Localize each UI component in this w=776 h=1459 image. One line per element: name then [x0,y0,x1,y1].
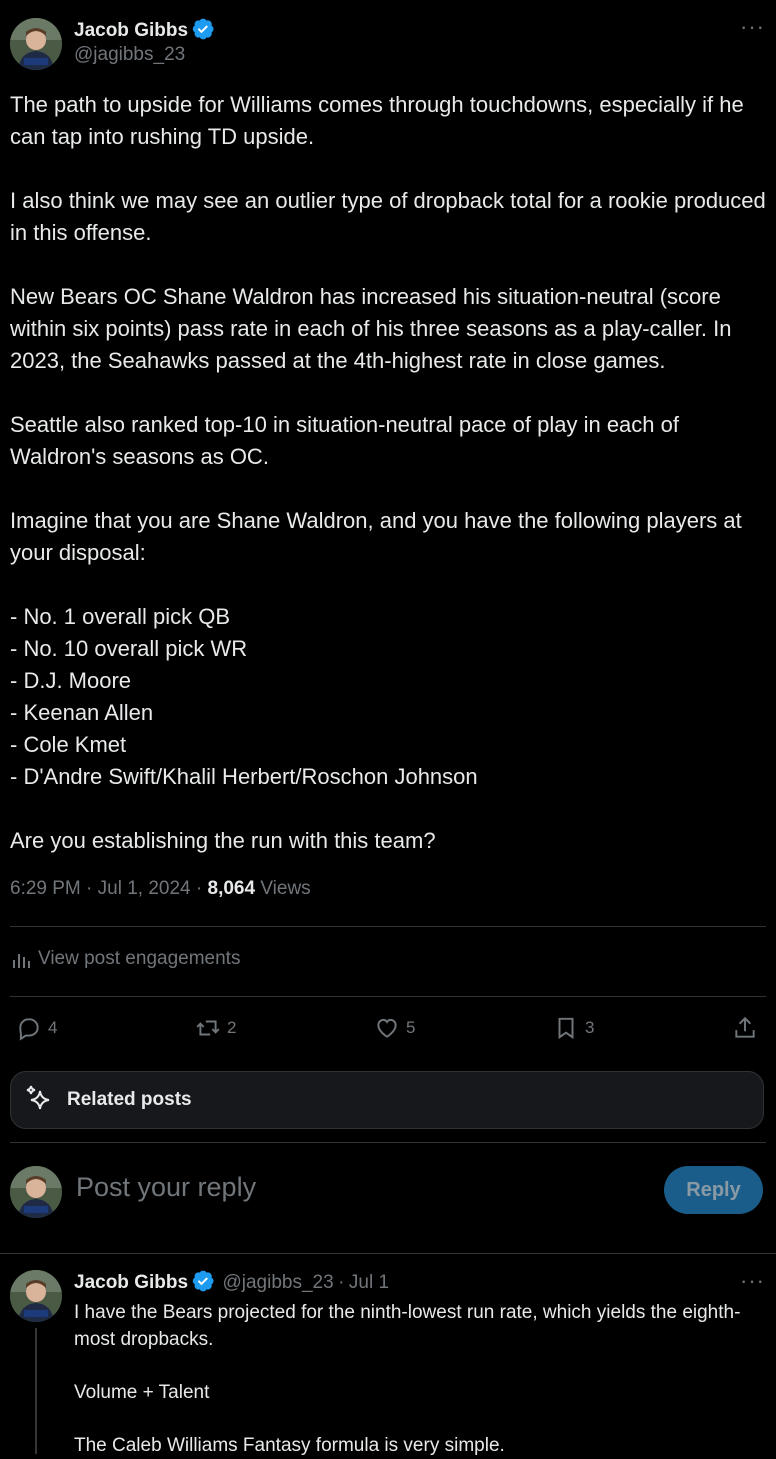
more-options-icon[interactable]: ··· [740,14,765,40]
heart-icon [377,1018,397,1038]
view-engagements-link[interactable]: View post engagements [10,948,240,970]
verified-badge-icon [192,18,214,40]
post-time[interactable]: 6:29 PM [10,878,81,899]
author-avatar[interactable] [10,18,62,70]
bookmark-action[interactable]: 3 [553,1015,594,1041]
reply-author-name[interactable]: Jacob Gibbs [74,1272,188,1293]
reply-button[interactable]: Reply [664,1166,763,1214]
share-icon [735,1016,755,1038]
post-date[interactable]: Jul 1, 2024 [98,878,191,899]
reply-action[interactable]: 4 [16,1015,57,1041]
repost-action[interactable]: 2 [195,1015,236,1041]
repost-icon [196,1020,220,1036]
like-action[interactable]: 5 [374,1015,415,1041]
divider [0,1253,776,1254]
reply-input[interactable]: Post your reply [76,1172,636,1203]
post-text: The path to upside for Williams comes th… [10,92,766,853]
divider [10,1142,766,1143]
reply-author-avatar[interactable] [10,1270,62,1322]
reply-more-options-icon[interactable]: ··· [740,1268,765,1294]
thread-line [35,1328,37,1454]
divider [10,996,766,997]
related-posts-button[interactable]: Related posts [10,1071,764,1129]
post-meta: 6:29 PM · Jul 1, 2024 · 8,064 Views [10,878,311,899]
author-name[interactable]: Jacob Gibbs [74,20,188,41]
share-action[interactable] [732,1015,758,1041]
related-posts-label: Related posts [67,1089,192,1110]
reply-author-handle[interactable]: @jagibbs_23 [222,1272,333,1293]
reply-icon [19,1018,39,1041]
bookmark-icon [558,1017,574,1040]
composer-avatar[interactable] [10,1166,62,1218]
reply-date[interactable]: Jul 1 [349,1272,389,1293]
views-label: Views [260,878,311,899]
reply-text: I have the Bears projected for the ninth… [74,1302,741,1456]
divider [10,926,766,927]
verified-badge-icon [192,1270,214,1292]
sparkle-icon [26,1085,50,1110]
author-handle[interactable]: @jagibbs_23 [74,44,185,66]
views-count: 8,064 [207,878,256,899]
analytics-icon [13,954,30,968]
